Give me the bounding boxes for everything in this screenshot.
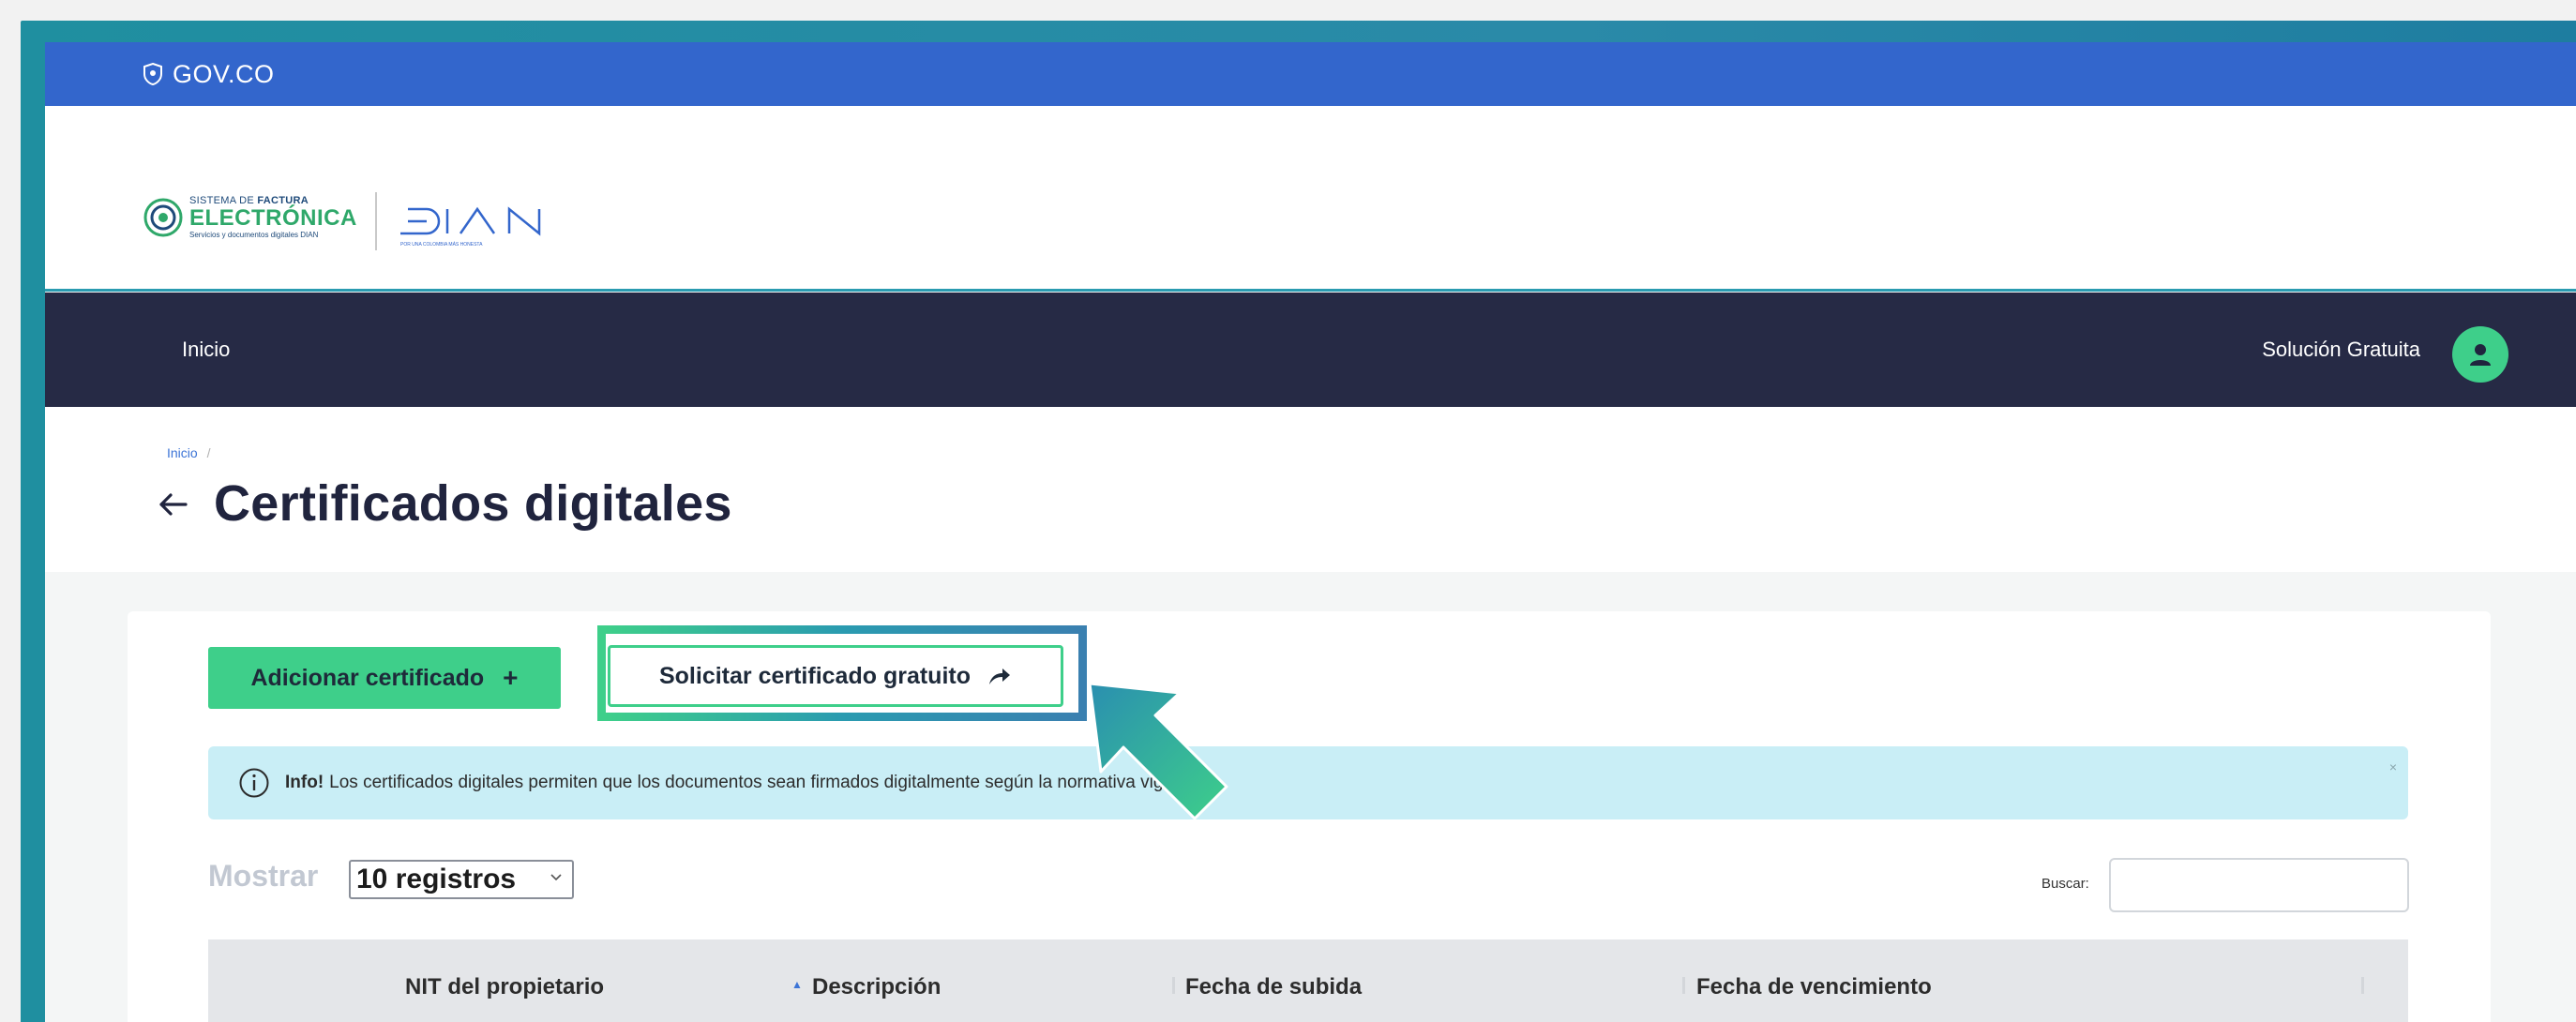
share-arrow-icon [989,669,1010,684]
table-header: NIT del propietario ▲ Descripción Fecha … [208,939,2408,1022]
add-certificate-label: Adicionar certificado [250,664,485,691]
app-screen: GOV.CO SISTEMA DE FACTURA ELECTRÓNICA Se… [45,42,2576,1022]
certificates-card: Adicionar certificado + Solicitar certif… [128,611,2491,1022]
nav-item-home[interactable]: Inicio [182,338,230,362]
dian-logo[interactable]: POR UNA COLOMBIA MÁS HONESTA [399,202,565,248]
user-icon [2470,344,2491,366]
breadcrumb-separator: / [206,445,211,460]
gov-bar: GOV.CO [45,42,2576,106]
main-nav: Inicio Solución Gratuita [45,293,2576,407]
sort-icon[interactable] [1172,977,1175,994]
gov-shield-icon [143,63,162,85]
info-text: Los certificados digitales permiten que … [329,773,1203,792]
back-arrow-icon[interactable] [156,486,193,523]
sfe-emblem-icon [143,198,183,237]
page-header: Inicio / Certificados digitales [45,407,2576,572]
column-header-expiration-date[interactable]: Fecha de vencimiento [1696,974,1932,1000]
page-size-value: 10 registros [356,864,517,894]
logo-header: SISTEMA DE FACTURA ELECTRÓNICA Servicios… [45,106,2576,292]
chevron-down-icon [550,874,562,881]
column-header-description[interactable]: Descripción [812,974,941,1000]
info-strong: Info! [285,773,324,792]
breadcrumb: Inicio / [167,445,210,460]
add-certificate-button[interactable]: Adicionar certificado + [208,647,561,709]
request-free-certificate-label: Solicitar certificado gratuito [658,662,971,689]
request-free-certificate-button[interactable]: Solicitar certificado gratuito [608,645,1063,707]
sfe-line2: ELECTRÓNICA [189,205,357,231]
sfe-line3: Servicios y documentos digitales DIAN [189,231,319,239]
info-icon [239,768,269,798]
user-avatar[interactable] [2452,326,2508,383]
breadcrumb-home[interactable]: Inicio [167,445,198,460]
sfe-logo[interactable]: SISTEMA DE FACTURA ELECTRÓNICA Servicios… [143,196,357,239]
page-size-select[interactable]: 10 registros [349,860,574,899]
gov-label[interactable]: GOV.CO [173,60,275,89]
dian-tagline: POR UNA COLOMBIA MÁS HONESTA [400,241,483,248]
sort-asc-icon[interactable]: ▲ [791,978,803,991]
search-label: Buscar: [2041,876,2089,892]
sort-icon[interactable] [1682,977,1685,994]
column-header-nit[interactable]: NIT del propietario [405,974,604,1000]
nav-item-solution[interactable]: Solución Gratuita [2262,338,2420,362]
plus-icon: + [503,663,519,692]
column-header-upload-date[interactable]: Fecha de subida [1185,974,1362,1000]
show-label: Mostrar [208,859,319,893]
pointer-arrow-icon [1088,682,1228,820]
sort-icon[interactable] [2361,977,2364,994]
page-title: Certificados digitales [214,475,732,532]
search-input[interactable] [2109,858,2409,912]
close-icon[interactable]: × [2389,759,2397,774]
info-alert: Info! Los certificados digitales permite… [208,746,2408,819]
logo-divider [375,192,377,250]
